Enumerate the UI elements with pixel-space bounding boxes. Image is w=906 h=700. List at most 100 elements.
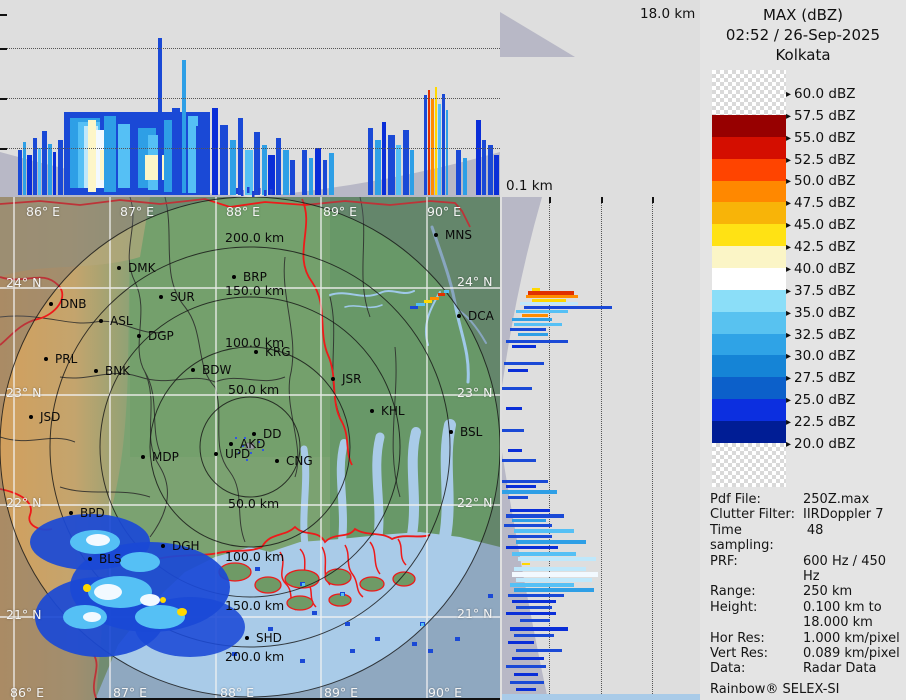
dbz-value-label: 22.5 dBZ bbox=[794, 414, 856, 431]
latitude-label: 24° N bbox=[6, 275, 42, 290]
legend-title: MAX (dBZ) bbox=[762, 6, 844, 24]
longitude-label: 88° E bbox=[226, 204, 261, 219]
dbz-value-label: 57.5 dBZ bbox=[794, 107, 856, 124]
dbz-value-label: 42.5 dBZ bbox=[794, 239, 856, 256]
dbz-scale-label: ▸ 57.5 dBZ bbox=[786, 108, 855, 124]
metadata-label: PRF: bbox=[710, 553, 738, 569]
height-axis-min-label: 0.1 km bbox=[506, 178, 553, 194]
city-dot bbox=[69, 511, 73, 515]
city-dot bbox=[214, 452, 218, 456]
scale-tick-arrow-icon: ▸ bbox=[786, 351, 792, 363]
colorbar-swatch bbox=[712, 268, 786, 290]
dbz-value-label: 30.0 dBZ bbox=[794, 348, 856, 365]
height-axis-tick bbox=[0, 48, 7, 50]
legend-station: Kolkata bbox=[775, 46, 831, 64]
metadata-row: Pdf File: 250Z.max bbox=[710, 492, 904, 507]
dbz-scale-label: ▸ 30.0 dBZ bbox=[786, 348, 855, 364]
scale-tick-arrow-icon: ▸ bbox=[786, 307, 792, 319]
city-marker: UPD bbox=[214, 447, 250, 461]
city-marker: JSR bbox=[331, 372, 362, 386]
metadata-label: Pdf File: bbox=[710, 492, 761, 507]
dbz-value-label: 32.5 dBZ bbox=[794, 326, 856, 343]
dbz-scale-label: ▸ 37.5 dBZ bbox=[786, 283, 855, 299]
dbz-scale-label: ▸ 52.5 dBZ bbox=[786, 152, 855, 168]
metadata-value: Radar Data bbox=[803, 661, 877, 677]
product-metadata: Pdf File: 250Z.max Clutter Filter: IIRDoppl… bbox=[710, 492, 904, 697]
latitude-label: 23° N bbox=[6, 385, 42, 400]
city-marker: DD bbox=[252, 427, 281, 441]
longitude-label: 90° E bbox=[427, 204, 462, 219]
metadata-label: Range: bbox=[710, 584, 756, 600]
legend-timestamp: 02:52 / 26-Sep-2025 bbox=[725, 26, 881, 44]
city-marker: BRP bbox=[232, 270, 267, 284]
scale-tick-arrow-icon: ▸ bbox=[786, 373, 792, 385]
dbz-scale-label: ▸ 20.0 dBZ bbox=[786, 436, 855, 452]
city-marker: BPD bbox=[69, 506, 105, 520]
city-dot bbox=[457, 314, 461, 318]
city-dot bbox=[191, 368, 195, 372]
dbz-value-label: 27.5 dBZ bbox=[794, 370, 856, 387]
scale-tick-arrow-icon: ▸ bbox=[786, 417, 792, 429]
city-marker: DCA bbox=[457, 309, 494, 323]
city-dot bbox=[88, 557, 92, 561]
longitude-label: 89° E bbox=[323, 204, 358, 219]
dbz-scale-label: ▸ 27.5 dBZ bbox=[786, 370, 855, 386]
right-panel-bottom-strip bbox=[502, 694, 700, 700]
metadata-value: IIRDoppler 7 bbox=[803, 507, 884, 523]
scale-tick-arrow-icon: ▸ bbox=[786, 110, 792, 122]
metadata-row: Range: 250 km bbox=[710, 584, 904, 599]
scale-tick-arrow-icon: ▸ bbox=[786, 220, 792, 232]
latitude-label: 23° N bbox=[457, 385, 493, 400]
dbz-scale-label: ▸ 25.0 dBZ bbox=[786, 392, 855, 408]
city-dot bbox=[141, 455, 145, 459]
city-dot bbox=[370, 409, 374, 413]
height-gridline bbox=[0, 148, 500, 149]
height-gridline bbox=[0, 98, 500, 99]
colorbar-swatch bbox=[712, 246, 786, 269]
city-dot bbox=[449, 430, 453, 434]
height-axis-tick bbox=[0, 148, 7, 150]
dbz-scale-label: ▸ 45.0 dBZ bbox=[786, 217, 855, 233]
colorbar-underflow-swatch bbox=[712, 442, 786, 487]
colorbar-swatch bbox=[712, 224, 786, 247]
city-dot bbox=[49, 302, 53, 306]
city-marker: SHD bbox=[245, 631, 282, 645]
metadata-value: 0.089 km/pixel bbox=[803, 646, 900, 662]
colorbar-swatch bbox=[712, 355, 786, 378]
latitude-label: 24° N bbox=[457, 274, 493, 289]
city-marker: MDP bbox=[141, 450, 179, 464]
scale-tick-arrow-icon: ▸ bbox=[786, 154, 792, 166]
colorbar-swatch bbox=[712, 421, 786, 443]
top-cross-section-panel bbox=[0, 0, 500, 197]
city-dot bbox=[44, 357, 48, 361]
colorbar-swatch bbox=[712, 136, 786, 159]
longitude-label: 86° E bbox=[26, 204, 61, 219]
dbz-value-label: 35.0 dBZ bbox=[794, 304, 856, 321]
city-marker: CNG bbox=[275, 454, 313, 468]
city-dot bbox=[94, 369, 98, 373]
metadata-label: Vert Res: bbox=[710, 646, 769, 662]
city-dot bbox=[331, 377, 335, 381]
city-dot bbox=[137, 334, 141, 338]
height-axis-tick bbox=[0, 14, 7, 16]
city-marker: DNB bbox=[49, 297, 86, 311]
colorbar-swatch bbox=[712, 180, 786, 203]
city-marker: KRG bbox=[254, 345, 291, 359]
colorbar-swatch bbox=[712, 311, 786, 334]
colorbar-swatch bbox=[712, 333, 786, 356]
dbz-value-label: 60.0 dBZ bbox=[794, 86, 856, 102]
metadata-value: 0.100 km to 18.000 km bbox=[803, 599, 882, 631]
height-gridline bbox=[0, 48, 500, 49]
city-dot bbox=[229, 442, 233, 446]
longitude-label: 86° E bbox=[10, 685, 45, 700]
city-marker: SUR bbox=[159, 290, 195, 304]
colorbar-swatch bbox=[712, 399, 786, 422]
metadata-row: Vert Res: 0.089 km/pixel bbox=[710, 646, 904, 661]
latitude-label: 21° N bbox=[457, 606, 493, 621]
dbz-value-label: 25.0 dBZ bbox=[794, 392, 856, 409]
scale-tick-arrow-icon: ▸ bbox=[786, 198, 792, 210]
dbz-scale-label: ▸ 40.0 dBZ bbox=[786, 261, 855, 277]
range-ring-label: 50.0 km bbox=[228, 496, 280, 511]
map-panel: 86° E 87° E 88° E 89° E 90° E 86° E 87° E 88° E… bbox=[0, 197, 500, 700]
dbz-value-label: 47.5 dBZ bbox=[794, 195, 856, 212]
